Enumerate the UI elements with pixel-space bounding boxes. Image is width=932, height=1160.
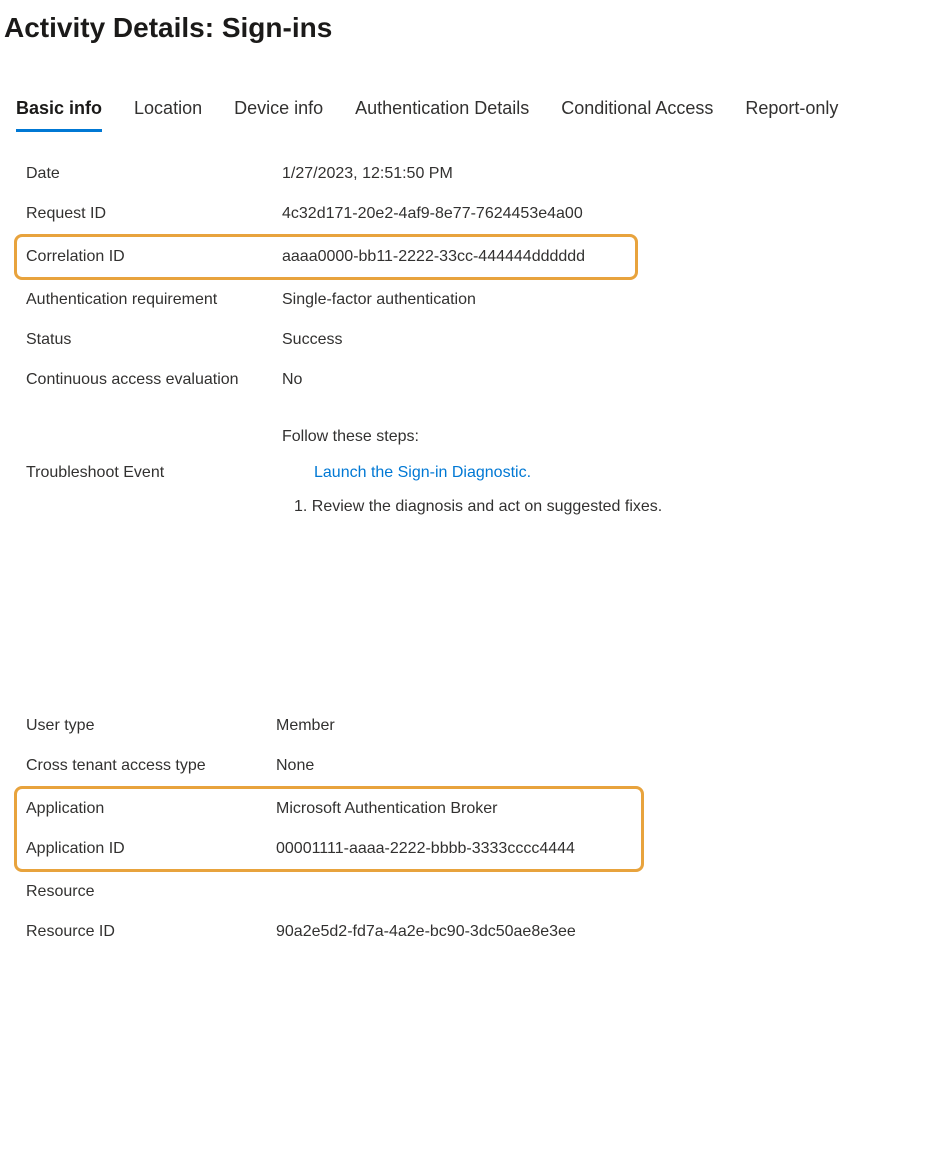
value-status: Success [282, 331, 906, 349]
label-cross-tenant: Cross tenant access type [26, 757, 276, 775]
label-application-id: Application ID [26, 840, 276, 858]
row-cross-tenant: Cross tenant access type None [20, 746, 912, 786]
troubleshoot-intro: Follow these steps: [282, 428, 906, 446]
troubleshoot-steps: Follow these steps: Launch the Sign-in D… [282, 428, 906, 516]
tab-report-only[interactable]: Report-only [745, 98, 838, 132]
row-date: Date 1/27/2023, 12:51:50 PM [20, 154, 912, 194]
row-user-type: User type Member [20, 706, 912, 746]
row-cae: Continuous access evaluation No [20, 360, 912, 400]
label-resource: Resource [26, 883, 276, 901]
tab-conditional-access[interactable]: Conditional Access [561, 98, 713, 132]
tab-basic-info[interactable]: Basic info [16, 98, 102, 132]
value-application-id: 00001111-aaaa-2222-bbbb-3333cccc4444 [276, 840, 635, 858]
label-auth-requirement: Authentication requirement [26, 291, 282, 309]
label-correlation-id: Correlation ID [26, 248, 282, 266]
highlight-application: Application Microsoft Authentication Bro… [14, 786, 644, 872]
tab-authentication-details[interactable]: Authentication Details [355, 98, 529, 132]
troubleshoot-step-1: Review the diagnosis and act on suggeste… [314, 498, 906, 516]
row-resource-id: Resource ID 90a2e5d2-fd7a-4a2e-bc90-3dc5… [20, 912, 912, 952]
row-auth-requirement: Authentication requirement Single-factor… [20, 280, 912, 320]
value-date: 1/27/2023, 12:51:50 PM [282, 165, 906, 183]
value-cae: No [282, 371, 906, 389]
row-request-id: Request ID 4c32d171-20e2-4af9-8e77-76244… [20, 194, 912, 234]
value-resource-id: 90a2e5d2-fd7a-4a2e-bc90-3dc50ae8e3ee [276, 923, 906, 941]
row-resource: Resource [20, 872, 912, 912]
label-troubleshoot: Troubleshoot Event [26, 428, 282, 516]
tabs-bar: Basic info Location Device info Authenti… [0, 98, 932, 132]
tab-location[interactable]: Location [134, 98, 202, 132]
value-cross-tenant: None [276, 757, 906, 775]
label-user-type: User type [26, 717, 276, 735]
highlight-correlation-id: Correlation ID aaaa0000-bb11-2222-33cc-4… [14, 234, 638, 280]
label-resource-id: Resource ID [26, 923, 276, 941]
value-application: Microsoft Authentication Broker [276, 800, 635, 818]
basic-info-section: Date 1/27/2023, 12:51:50 PM Request ID 4… [0, 132, 932, 526]
label-request-id: Request ID [26, 205, 282, 223]
row-correlation-id: Correlation ID aaaa0000-bb11-2222-33cc-4… [20, 237, 635, 277]
tab-device-info[interactable]: Device info [234, 98, 323, 132]
value-auth-requirement: Single-factor authentication [282, 291, 906, 309]
value-correlation-id: aaaa0000-bb11-2222-33cc-444444dddddd [282, 248, 629, 266]
app-info-section: User type Member Cross tenant access typ… [0, 706, 932, 952]
launch-diagnostic-link[interactable]: Launch the Sign-in Diagnostic. [314, 464, 531, 481]
label-cae: Continuous access evaluation [26, 371, 282, 389]
page-title: Activity Details: Sign-ins [0, 0, 932, 52]
label-date: Date [26, 165, 282, 183]
row-troubleshoot: Troubleshoot Event Follow these steps: L… [20, 400, 912, 526]
label-application: Application [26, 800, 276, 818]
value-request-id: 4c32d171-20e2-4af9-8e77-7624453e4a00 [282, 205, 906, 223]
section-spacer [0, 526, 932, 706]
label-status: Status [26, 331, 282, 349]
row-application-id: Application ID 00001111-aaaa-2222-bbbb-3… [20, 829, 641, 869]
value-user-type: Member [276, 717, 906, 735]
row-status: Status Success [20, 320, 912, 360]
row-application: Application Microsoft Authentication Bro… [20, 789, 641, 829]
